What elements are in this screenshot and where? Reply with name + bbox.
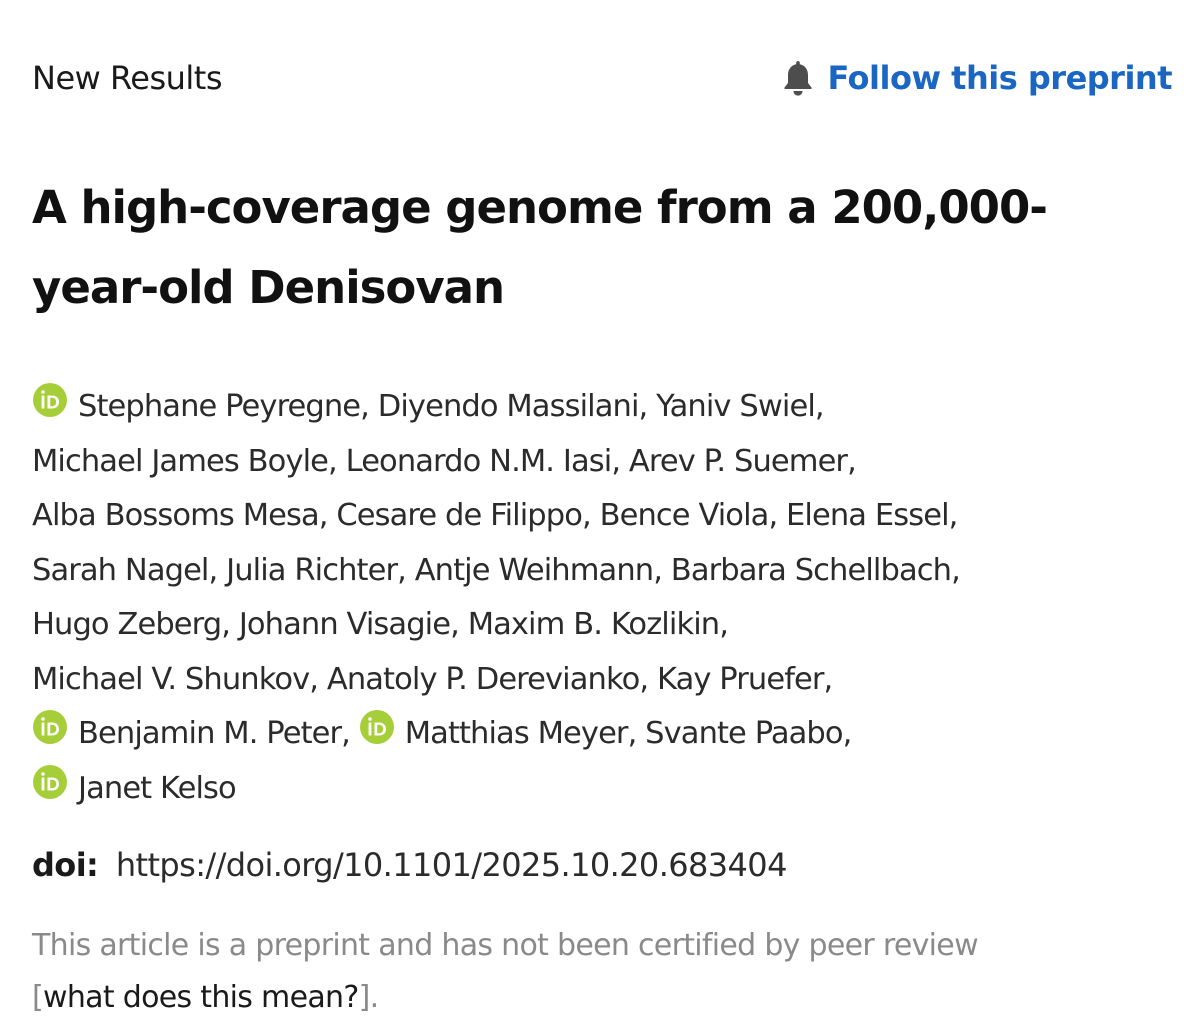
follow-preprint-button[interactable]: Follow this preprint xyxy=(781,56,1172,100)
orcid-icon[interactable] xyxy=(32,382,68,418)
author-entry[interactable]: Barbara Schellbach, xyxy=(671,552,961,588)
author-separator: , xyxy=(341,716,351,751)
author-separator: , xyxy=(309,661,319,697)
author-entry[interactable]: Svante Paabo, xyxy=(645,716,853,751)
author-entry[interactable]: Elena Essel, xyxy=(786,498,959,533)
author-entry[interactable]: Janet Kelso xyxy=(32,764,237,806)
author-separator: , xyxy=(639,661,649,697)
author-name[interactable]: Diyendo Massilani xyxy=(378,389,640,424)
author-separator: , xyxy=(611,443,621,479)
author-list: Stephane Peyregne, Diyendo Massilani, Ya… xyxy=(32,380,1192,816)
orcid-icon[interactable] xyxy=(32,709,68,745)
author-separator: , xyxy=(768,498,778,533)
author-name[interactable]: Janet Kelso xyxy=(78,771,237,806)
author-name[interactable]: Hugo Zeberg xyxy=(32,607,222,642)
orcid-icon[interactable] xyxy=(32,764,68,800)
author-entry[interactable]: Stephane Peyregne, xyxy=(32,383,370,424)
author-entry[interactable]: Michael V. Shunkov, xyxy=(32,661,319,697)
author-name[interactable]: Michael James Boyle xyxy=(32,444,329,479)
author-entry[interactable]: Cesare de Filippo, xyxy=(336,498,592,533)
author-name[interactable]: Sarah Nagel xyxy=(32,553,209,588)
doi-link[interactable]: https://doi.org/10.1101/2025.10.20.68340… xyxy=(116,846,788,884)
author-entry[interactable]: Hugo Zeberg, xyxy=(32,607,231,642)
author-separator: , xyxy=(221,607,231,642)
author-name[interactable]: Svante Paabo xyxy=(645,716,843,751)
author-entry[interactable]: Matthias Meyer, xyxy=(359,710,638,751)
author-entry[interactable]: Antje Weihmann, xyxy=(415,552,663,588)
author-entry[interactable]: Kay Pruefer, xyxy=(657,661,834,697)
author-separator: , xyxy=(842,716,853,751)
author-name[interactable]: Benjamin M. Peter xyxy=(78,716,342,751)
top-bar: New Results Follow this preprint xyxy=(32,56,1172,104)
author-name[interactable]: Stephane Peyregne xyxy=(78,389,361,424)
author-entry[interactable]: Diyendo Massilani, xyxy=(378,389,648,424)
doi-line: doi: https://doi.org/10.1101/2025.10.20.… xyxy=(32,840,787,890)
article-title: A high-coverage genome from a 200,000- ye… xyxy=(32,181,1048,314)
author-name[interactable]: Yaniv Swiel xyxy=(656,389,816,424)
what-does-this-mean-link[interactable]: what does this mean? xyxy=(43,980,359,1015)
author-name[interactable]: Anatoly P. Derevianko xyxy=(327,662,640,697)
author-separator: , xyxy=(582,498,592,533)
author-separator: , xyxy=(847,443,857,479)
author-name[interactable]: Arev P. Suemer xyxy=(629,444,848,479)
author-entry[interactable]: Arev P. Suemer, xyxy=(629,443,857,479)
section-label: New Results xyxy=(32,59,223,97)
author-entry[interactable]: Bence Viola, xyxy=(600,498,779,533)
author-separator: , xyxy=(328,443,338,479)
author-separator: , xyxy=(208,552,219,588)
author-separator: , xyxy=(814,389,825,424)
author-separator: , xyxy=(823,661,834,697)
author-separator: , xyxy=(948,498,959,533)
author-separator: , xyxy=(318,498,329,533)
preprint-disclaimer: This article is a preprint and has not b… xyxy=(32,920,1182,1024)
disclaimer-bracket-close: ]. xyxy=(358,980,380,1015)
author-name[interactable]: Julia Richter xyxy=(226,553,398,588)
author-name[interactable]: Antje Weihmann xyxy=(415,553,654,588)
author-separator: , xyxy=(719,607,729,642)
author-name[interactable]: Matthias Meyer xyxy=(405,716,629,751)
disclaimer-text: This article is a preprint and has not b… xyxy=(32,928,979,963)
author-separator: , xyxy=(653,552,663,588)
author-separator: , xyxy=(638,389,649,424)
author-separator: , xyxy=(627,716,638,751)
author-name[interactable]: Barbara Schellbach xyxy=(671,553,952,588)
bell-icon xyxy=(784,61,812,96)
author-separator: , xyxy=(951,552,961,588)
author-name[interactable]: Cesare de Filippo xyxy=(336,498,583,533)
disclaimer-bracket-open: [ xyxy=(32,980,44,1015)
author-entry[interactable]: Leonardo N.M. Iasi, xyxy=(346,443,621,479)
author-separator: , xyxy=(360,389,370,424)
author-entry[interactable]: Anatoly P. Derevianko, xyxy=(327,661,649,697)
author-name[interactable]: Johann Visagie xyxy=(239,607,451,642)
author-name[interactable]: Michael V. Shunkov xyxy=(32,662,310,697)
author-name[interactable]: Alba Bossoms Mesa xyxy=(32,498,320,533)
author-entry[interactable]: Johann Visagie, xyxy=(239,607,460,642)
author-entry[interactable]: Julia Richter, xyxy=(226,552,407,588)
author-name[interactable]: Elena Essel xyxy=(786,498,950,533)
author-separator: , xyxy=(450,607,460,642)
author-separator: , xyxy=(397,552,407,588)
doi-label: doi: xyxy=(32,846,99,884)
author-entry[interactable]: Alba Bossoms Mesa, xyxy=(32,498,328,533)
follow-preprint-label: Follow this preprint xyxy=(827,59,1172,97)
author-entry[interactable]: Yaniv Swiel, xyxy=(656,389,824,424)
author-name[interactable]: Kay Pruefer xyxy=(657,662,824,697)
author-entry[interactable]: Michael James Boyle, xyxy=(32,443,338,479)
author-name[interactable]: Maxim B. Kozlikin xyxy=(468,607,720,642)
author-entry[interactable]: Maxim B. Kozlikin, xyxy=(468,607,729,642)
orcid-icon[interactable] xyxy=(359,709,395,745)
author-entry[interactable]: Benjamin M. Peter, xyxy=(32,710,351,751)
author-name[interactable]: Leonardo N.M. Iasi xyxy=(346,444,613,479)
author-entry[interactable]: Sarah Nagel, xyxy=(32,552,219,588)
author-name[interactable]: Bence Viola xyxy=(600,498,770,533)
